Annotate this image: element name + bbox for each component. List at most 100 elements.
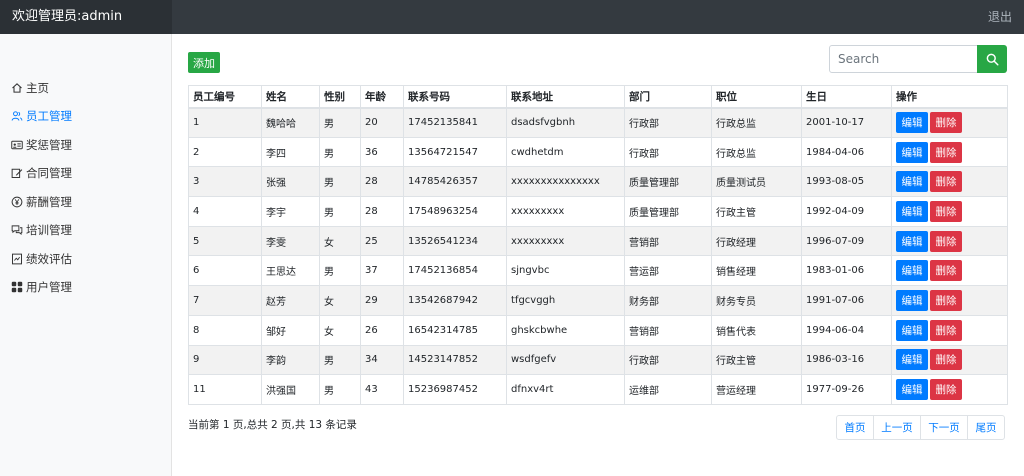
- column-header: 部门: [624, 85, 712, 109]
- table-cell: 销售经理: [711, 255, 802, 287]
- table-cell: 王思达: [261, 255, 320, 287]
- search-button[interactable]: [977, 45, 1007, 73]
- delete-button[interactable]: 删除: [930, 260, 962, 282]
- table-row: 11 洪强国男 43 15236987452 dfnxv4rt 运维部 营运经理 1977-0…: [188, 374, 1008, 405]
- table-cell: 质量管理部: [624, 166, 712, 198]
- table-cell: sjngvbc: [506, 255, 625, 287]
- delete-button[interactable]: 删除: [930, 289, 962, 311]
- last-page-link[interactable]: 尾页: [967, 415, 1005, 440]
- sidebar-item-label: 合同管理: [26, 166, 72, 180]
- table-cell: 营运部: [624, 255, 712, 287]
- table-cell: 2: [188, 136, 262, 168]
- delete-button[interactable]: 删除: [930, 379, 962, 401]
- edit-button[interactable]: 编辑: [896, 289, 928, 311]
- actions-cell: 编辑 删除: [891, 225, 1008, 257]
- column-header: 姓名: [261, 85, 320, 109]
- table-cell: 张强: [261, 166, 320, 198]
- table-cell: 行政总监: [711, 107, 802, 138]
- actions-cell: 编辑 删除: [891, 255, 1008, 287]
- table-row: 9 李韵男 34 14523147852 wsdfgefv 行政部 行政主管 1986-03-…: [188, 344, 1008, 376]
- sidebar-item-training[interactable]: 培训管理: [10, 220, 72, 240]
- sidebar-item-employees[interactable]: 员工管理: [10, 106, 72, 126]
- table-row: 1 魏哈哈男 20 17452135841 dsadsfvgbnh 行政部 行政总监 2001…: [188, 107, 1008, 138]
- table-cell: 女: [319, 285, 361, 316]
- table-cell: ghskcbwhe: [506, 314, 625, 346]
- grid-icon: [10, 281, 23, 294]
- delete-button[interactable]: 删除: [930, 112, 962, 134]
- sidebar: 主页 员工管理 奖惩管理 合同管理 薪酬管理 培训管理 绩效评估 用户管理: [0, 34, 172, 476]
- edit-button[interactable]: 编辑: [896, 319, 928, 341]
- prev-page-link[interactable]: 上一页: [873, 415, 921, 440]
- column-header: 年龄: [360, 85, 404, 109]
- delete-button[interactable]: 删除: [930, 230, 962, 252]
- table-cell: 11: [188, 374, 262, 405]
- sidebar-item-performance[interactable]: 绩效评估: [10, 249, 72, 269]
- delete-button[interactable]: 删除: [930, 171, 962, 193]
- pagination: 首页 上一页 下一页 尾页: [836, 415, 1005, 440]
- sidebar-item-home[interactable]: 主页: [10, 78, 49, 98]
- table-cell: 1996-07-09: [801, 225, 892, 257]
- table-row: 7 赵芳女 29 13542687942 tfgcvggh 财务部 财务专员 1991-07-…: [188, 285, 1008, 316]
- next-page-link[interactable]: 下一页: [920, 415, 968, 440]
- edit-icon: [10, 167, 23, 180]
- edit-button[interactable]: 编辑: [896, 260, 928, 282]
- sidebar-item-salary[interactable]: 薪酬管理: [10, 192, 72, 212]
- table-cell: 17452135841: [403, 107, 507, 138]
- add-button[interactable]: 添加: [188, 52, 220, 73]
- table-cell: 财务部: [624, 285, 712, 316]
- actions-cell: 编辑 删除: [891, 314, 1008, 346]
- first-page-link[interactable]: 首页: [836, 415, 874, 440]
- table-cell: 财务专员: [711, 285, 802, 316]
- table-row: 2 李四男 36 13564721547 cwdhetdm 行政部 行政总监 1984-04-…: [188, 136, 1008, 168]
- table-cell: xxxxxxxxx: [506, 196, 625, 227]
- table-cell: 男: [319, 136, 361, 168]
- sidebar-item-rewards[interactable]: 奖惩管理: [10, 135, 72, 155]
- table-cell: 1983-01-06: [801, 255, 892, 287]
- table-cell: 女: [319, 225, 361, 257]
- sidebar-item-label: 主页: [26, 81, 49, 95]
- table-cell: 销售代表: [711, 314, 802, 346]
- table-cell: 20: [360, 107, 404, 138]
- search-input[interactable]: [829, 45, 978, 73]
- delete-button[interactable]: 删除: [930, 319, 962, 341]
- table-row: 8 邹好女 26 16542314785 ghskcbwhe 营销部 销售代表 1994-06…: [188, 314, 1008, 346]
- edit-button[interactable]: 编辑: [896, 112, 928, 134]
- table-cell: 36: [360, 136, 404, 168]
- table-cell: 17548963254: [403, 196, 507, 227]
- actions-cell: 编辑 删除: [891, 344, 1008, 376]
- delete-button[interactable]: 删除: [930, 349, 962, 371]
- table-cell: 1992-04-09: [801, 196, 892, 227]
- table-cell: 质量测试员: [711, 166, 802, 198]
- table-cell: 李韵: [261, 344, 320, 376]
- table-cell: 1977-09-26: [801, 374, 892, 405]
- table-row: 4 李宇男 28 17548963254 xxxxxxxxx 质量管理部 行政主管 1992-…: [188, 196, 1008, 227]
- table-cell: 营运经理: [711, 374, 802, 405]
- sidebar-item-label: 薪酬管理: [26, 195, 72, 209]
- table-cell: 赵芳: [261, 285, 320, 316]
- table-cell: 行政部: [624, 344, 712, 376]
- edit-button[interactable]: 编辑: [896, 200, 928, 222]
- delete-button[interactable]: 删除: [930, 141, 962, 163]
- pagination-info: 当前第 1 页,总共 2 页,共 13 条记录: [188, 419, 357, 431]
- edit-button[interactable]: 编辑: [896, 230, 928, 252]
- sidebar-item-users[interactable]: 用户管理: [10, 277, 72, 297]
- table-row: 3 张强男 28 14785426357 xxxxxxxxxxxxxxx 质量管理部 质量测…: [188, 166, 1008, 198]
- table-cell: tfgcvggh: [506, 285, 625, 316]
- edit-button[interactable]: 编辑: [896, 349, 928, 371]
- table-cell: dsadsfvgbnh: [506, 107, 625, 138]
- edit-button[interactable]: 编辑: [896, 171, 928, 193]
- logout-link[interactable]: 退出: [988, 0, 1012, 34]
- table-cell: 14785426357: [403, 166, 507, 198]
- card-icon: [10, 139, 23, 152]
- edit-button[interactable]: 编辑: [896, 379, 928, 401]
- delete-button[interactable]: 删除: [930, 200, 962, 222]
- edit-button[interactable]: 编辑: [896, 141, 928, 163]
- table-cell: 李四: [261, 136, 320, 168]
- table-cell: 男: [319, 255, 361, 287]
- search-icon: [986, 53, 999, 66]
- sidebar-item-contracts[interactable]: 合同管理: [10, 163, 72, 183]
- table-cell: 13564721547: [403, 136, 507, 168]
- sidebar-item-label: 奖惩管理: [26, 138, 72, 152]
- table-cell: 魏哈哈: [261, 107, 320, 138]
- table-cell: 17452136854: [403, 255, 507, 287]
